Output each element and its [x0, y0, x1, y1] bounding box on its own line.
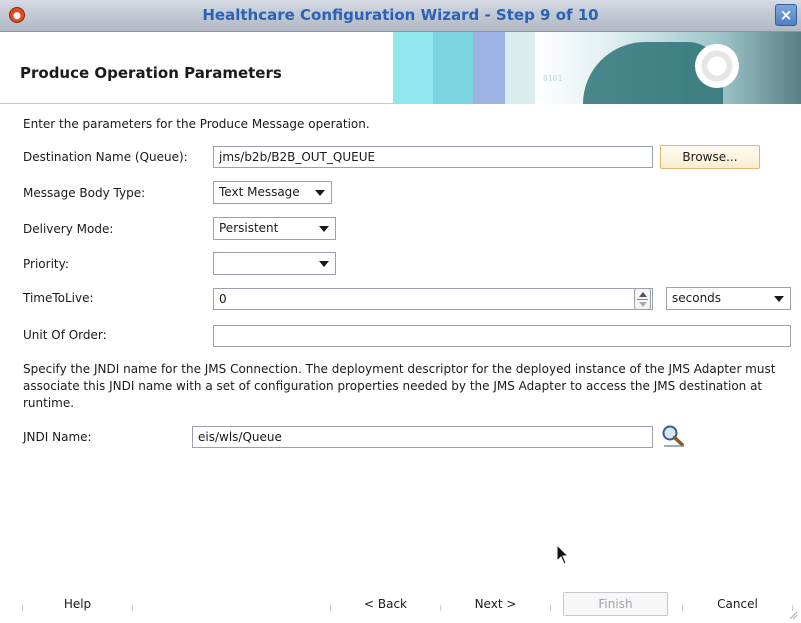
- time-unit-select[interactable]: seconds: [666, 287, 791, 310]
- back-button[interactable]: < Back: [333, 592, 438, 616]
- resize-grip-icon[interactable]: [788, 610, 798, 620]
- next-button[interactable]: Next >: [443, 592, 548, 616]
- increment-icon[interactable]: [639, 292, 647, 297]
- time-unit-value: seconds: [672, 291, 722, 305]
- jndi-name-input[interactable]: eis/wls/Queue: [192, 426, 653, 448]
- destination-input[interactable]: jms/b2b/B2B_OUT_QUEUE: [213, 146, 653, 168]
- search-icon[interactable]: [660, 424, 686, 448]
- banner-binary-text: 0101: [543, 74, 563, 83]
- unit-of-order-label: Unit Of Order:: [23, 328, 107, 342]
- time-to-live-stepper[interactable]: [634, 288, 651, 310]
- chevron-down-icon: [774, 296, 784, 302]
- delivery-mode-label: Delivery Mode:: [23, 222, 114, 236]
- chevron-down-icon: [315, 190, 325, 196]
- jndi-description: Specify the JNDI name for the JMS Connec…: [23, 362, 776, 410]
- message-body-type-select[interactable]: Text Message: [213, 181, 332, 204]
- message-body-type-label: Message Body Type:: [23, 186, 146, 200]
- unit-of-order-input[interactable]: [213, 325, 791, 347]
- browse-button[interactable]: Browse...: [660, 145, 760, 169]
- window-title: Healthcare Configuration Wizard - Step 9…: [202, 6, 599, 24]
- cancel-button[interactable]: Cancel: [685, 592, 790, 616]
- decrement-icon[interactable]: [639, 302, 647, 307]
- delivery-mode-select[interactable]: Persistent: [213, 217, 336, 240]
- jndi-name-label: JNDI Name:: [23, 430, 92, 444]
- intro-text: Enter the parameters for the Produce Mes…: [23, 117, 370, 131]
- gear-icon: [695, 44, 739, 88]
- priority-select[interactable]: [213, 252, 336, 275]
- page-title: Produce Operation Parameters: [20, 64, 282, 82]
- help-button[interactable]: Help: [25, 592, 130, 616]
- chevron-down-icon: [319, 261, 329, 267]
- delivery-mode-value: Persistent: [219, 221, 279, 235]
- header-banner-image: 0101: [383, 32, 801, 104]
- message-body-type-value: Text Message: [219, 185, 300, 199]
- wizard-header: Produce Operation Parameters 0101: [0, 32, 801, 104]
- finish-button[interactable]: Finish: [563, 592, 668, 616]
- close-button[interactable]: ×: [775, 4, 797, 26]
- destination-label: Destination Name (Queue):: [23, 150, 188, 164]
- window-titlebar[interactable]: Healthcare Configuration Wizard - Step 9…: [0, 0, 801, 32]
- chevron-down-icon: [319, 226, 329, 232]
- priority-label: Priority:: [23, 257, 69, 271]
- time-to-live-input[interactable]: 0: [213, 288, 653, 310]
- time-to-live-label: TimeToLive:: [23, 291, 94, 305]
- mouse-pointer-icon: [556, 544, 570, 565]
